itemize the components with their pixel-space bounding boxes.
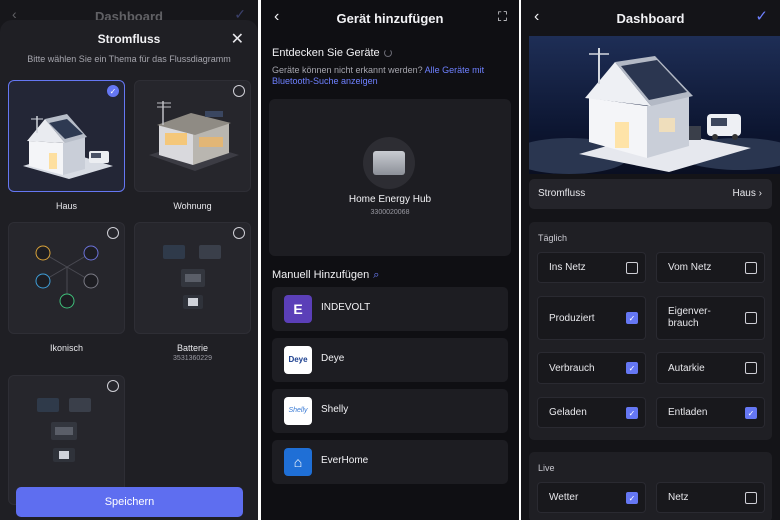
daily-section: Täglich Ins Netz Vom Netz Produziert ✓ E… bbox=[529, 222, 772, 440]
radio-icon[interactable] bbox=[107, 380, 119, 392]
stromfluss-value: Haus › bbox=[733, 188, 762, 199]
flow-illustration bbox=[37, 398, 91, 462]
stromfluss-label: Stromfluss bbox=[538, 188, 586, 199]
brand-name: INDEVOLT bbox=[321, 302, 371, 313]
bottom-sheet: Stromfluss ✕ Bitte wählen Sie ein Thema … bbox=[0, 20, 258, 520]
daily-section-title: Täglich bbox=[538, 233, 568, 243]
checkbox-checked[interactable]: ✓ bbox=[626, 407, 638, 419]
option-label: Entladen bbox=[668, 407, 708, 418]
brand-item-everhome[interactable]: ⌂ EverHome bbox=[272, 440, 508, 484]
daily-option-vom-netz[interactable]: Vom Netz bbox=[656, 252, 765, 283]
page-title: Gerät hinzufügen bbox=[336, 11, 444, 26]
theme-tile-wohnung[interactable] bbox=[134, 80, 251, 192]
option-label: Eigenver- brauch bbox=[668, 306, 711, 329]
hub-device-icon bbox=[363, 137, 415, 189]
option-label: Ins Netz bbox=[549, 262, 586, 273]
daily-option-verbrauch[interactable]: Verbrauch ✓ bbox=[537, 352, 646, 384]
theme-picker-screen: ‹ Dashboard ✓ Stromfluss ✕ Bitte wählen … bbox=[0, 0, 258, 520]
discovered-device-card[interactable]: Home Energy Hub 3300020068 bbox=[269, 99, 511, 256]
brand-item-shelly[interactable]: Shelly Shelly bbox=[272, 389, 508, 433]
loading-spinner-icon bbox=[383, 49, 392, 58]
everhome-logo-icon: ⌂ bbox=[284, 448, 312, 476]
discover-title-text: Entdecken Sie Geräte bbox=[272, 47, 380, 59]
header: ‹ Gerät hinzufügen ⛶ bbox=[261, 0, 519, 36]
option-label: Wetter bbox=[549, 492, 579, 503]
add-device-screen: ‹ Gerät hinzufügen ⛶ Entdecken Sie Gerät… bbox=[261, 0, 519, 520]
theme-tile-ikonisch[interactable] bbox=[8, 222, 125, 334]
tile-label-ikonisch: Ikonisch bbox=[49, 343, 84, 353]
checkbox[interactable] bbox=[745, 362, 757, 374]
brand-name: Deye bbox=[321, 353, 345, 364]
radio-icon[interactable] bbox=[107, 227, 119, 239]
indevolt-logo-icon: E bbox=[284, 295, 312, 323]
shelly-logo-icon: Shelly bbox=[284, 397, 312, 425]
brand-name: Shelly bbox=[321, 404, 349, 415]
daily-option-entladen[interactable]: Entladen ✓ bbox=[656, 397, 765, 428]
live-section-title: Live bbox=[538, 463, 555, 473]
tile-label-wohnung: Wohnung bbox=[173, 201, 212, 211]
brand-item-indevolt[interactable]: E INDEVOLT bbox=[272, 287, 508, 331]
check-icon[interactable]: ✓ bbox=[755, 7, 768, 25]
manual-add-title: Manuell Hinzufügen ⌕ bbox=[272, 269, 379, 282]
live-option-netz[interactable]: Netz bbox=[656, 482, 765, 513]
battery-flow-illustration bbox=[163, 245, 221, 309]
header: ‹ Dashboard ✓ bbox=[521, 0, 780, 36]
stromfluss-value-text: Haus bbox=[732, 188, 756, 199]
discover-note: Geräte können nicht erkannt werden? Alle… bbox=[272, 65, 512, 87]
theme-tile-batterie[interactable] bbox=[134, 222, 251, 334]
tile-label-haus: Haus bbox=[55, 201, 77, 211]
checkbox-checked[interactable]: ✓ bbox=[626, 312, 638, 324]
house-illustration bbox=[23, 114, 113, 179]
radio-selected-icon[interactable]: ✓ bbox=[107, 85, 119, 97]
tile-label-batterie: Batterie bbox=[176, 343, 209, 353]
option-label: Netz bbox=[668, 492, 689, 503]
daily-option-eigenverbrauch[interactable]: Eigenver- brauch bbox=[656, 296, 765, 340]
live-section: Live Wetter ✓ Netz bbox=[529, 452, 772, 520]
house-preview-image bbox=[529, 36, 780, 174]
scan-icon[interactable]: ⛶ bbox=[498, 9, 507, 25]
close-icon[interactable]: ✕ bbox=[231, 29, 244, 49]
chevron-right-icon: › bbox=[758, 188, 762, 199]
live-option-wetter[interactable]: Wetter ✓ bbox=[537, 482, 646, 513]
brand-name: EverHome bbox=[321, 455, 369, 466]
radio-icon[interactable] bbox=[233, 227, 245, 239]
checkbox[interactable] bbox=[745, 262, 757, 274]
page-title: Dashboard bbox=[616, 11, 685, 26]
checkbox-checked[interactable]: ✓ bbox=[745, 407, 757, 419]
stromfluss-setting-row[interactable]: Stromfluss Haus › bbox=[529, 179, 772, 209]
option-label: Verbrauch bbox=[549, 363, 595, 374]
checkbox-checked[interactable]: ✓ bbox=[626, 492, 638, 504]
daily-option-ins-netz[interactable]: Ins Netz bbox=[537, 252, 646, 283]
sheet-subtitle: Bitte wählen Sie ein Thema für das Fluss… bbox=[27, 54, 231, 64]
checkbox[interactable] bbox=[745, 312, 757, 324]
save-button[interactable]: Speichern bbox=[16, 487, 243, 517]
search-icon[interactable]: ⌕ bbox=[373, 269, 379, 281]
option-label: Vom Netz bbox=[668, 262, 712, 273]
discover-note-text: Geräte können nicht erkannt werden? bbox=[272, 65, 423, 75]
option-label: Geladen bbox=[549, 407, 587, 418]
daily-option-autarkie[interactable]: Autarkie bbox=[656, 352, 765, 384]
radio-icon[interactable] bbox=[233, 85, 245, 97]
deye-logo-icon: Deye bbox=[284, 346, 312, 374]
checkbox[interactable] bbox=[626, 262, 638, 274]
brand-item-deye[interactable]: Deye Deye bbox=[272, 338, 508, 382]
theme-tile-haus[interactable]: ✓ bbox=[8, 80, 125, 192]
discover-title: Entdecken Sie Geräte bbox=[272, 47, 392, 59]
tile-sub-batterie: 3531360229 bbox=[173, 355, 212, 362]
theme-tile-5[interactable] bbox=[8, 375, 125, 505]
checkbox[interactable] bbox=[745, 492, 757, 504]
option-label: Autarkie bbox=[668, 363, 705, 374]
manual-add-text: Manuell Hinzufügen bbox=[272, 269, 370, 281]
iconic-flow-illustration bbox=[35, 245, 99, 309]
daily-option-geladen[interactable]: Geladen ✓ bbox=[537, 397, 646, 428]
sheet-title: Stromfluss bbox=[97, 32, 161, 46]
daily-option-produziert[interactable]: Produziert ✓ bbox=[537, 296, 646, 340]
checkbox-checked[interactable]: ✓ bbox=[626, 362, 638, 374]
option-label: Produziert bbox=[549, 313, 595, 324]
device-serial: 3300020068 bbox=[370, 209, 410, 216]
dashboard-settings-screen: ‹ Dashboard ✓ Stromfluss Haus › Täglich … bbox=[521, 0, 780, 520]
device-name: Home Energy Hub bbox=[348, 194, 432, 205]
apartment-illustration bbox=[149, 101, 239, 171]
